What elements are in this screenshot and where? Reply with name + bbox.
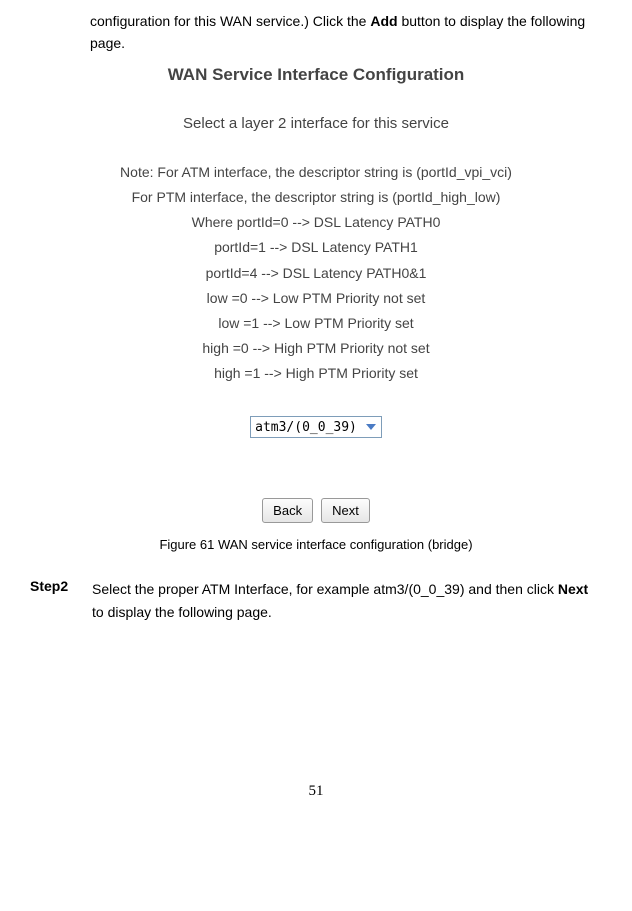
- note-line: Note: For ATM interface, the descriptor …: [30, 160, 602, 185]
- note-line: Where portId=0 --> DSL Latency PATH0: [30, 210, 602, 235]
- back-button[interactable]: Back: [262, 498, 313, 523]
- note-line: high =1 --> High PTM Priority set: [30, 361, 602, 386]
- intro-paragraph: configuration for this WAN service.) Cli…: [90, 10, 602, 55]
- page-number: 51: [30, 783, 602, 800]
- figure-caption: Figure 61 WAN service interface configur…: [30, 537, 602, 552]
- next-button[interactable]: Next: [321, 498, 370, 523]
- note-line: For PTM interface, the descriptor string…: [30, 185, 602, 210]
- note-line: low =0 --> Low PTM Priority not set: [30, 286, 602, 311]
- note-line: high =0 --> High PTM Priority not set: [30, 336, 602, 361]
- interface-dropdown[interactable]: atm3/(0_0_39): [250, 416, 382, 438]
- button-row: Back Next: [30, 498, 602, 523]
- step-text-prefix: Select the proper ATM Interface, for exa…: [92, 581, 558, 597]
- config-panel: WAN Service Interface Configuration Sele…: [30, 65, 602, 524]
- panel-subtitle: Select a layer 2 interface for this serv…: [30, 115, 602, 132]
- step-next-bold: Next: [558, 581, 588, 597]
- note-block: Note: For ATM interface, the descriptor …: [30, 160, 602, 387]
- step-body: Select the proper ATM Interface, for exa…: [92, 578, 602, 623]
- step-text-suffix: to display the following page.: [92, 604, 272, 620]
- step-row: Step2 Select the proper ATM Interface, f…: [30, 578, 602, 623]
- panel-title: WAN Service Interface Configuration: [30, 65, 602, 85]
- chevron-down-icon: [363, 419, 379, 435]
- add-bold: Add: [370, 13, 397, 29]
- note-line: portId=1 --> DSL Latency PATH1: [30, 235, 602, 260]
- intro-prefix: configuration for this WAN service.) Cli…: [90, 13, 370, 29]
- note-line: portId=4 --> DSL Latency PATH0&1: [30, 261, 602, 286]
- note-line: low =1 --> Low PTM Priority set: [30, 311, 602, 336]
- dropdown-value: atm3/(0_0_39): [255, 420, 363, 435]
- step-label: Step2: [30, 578, 74, 594]
